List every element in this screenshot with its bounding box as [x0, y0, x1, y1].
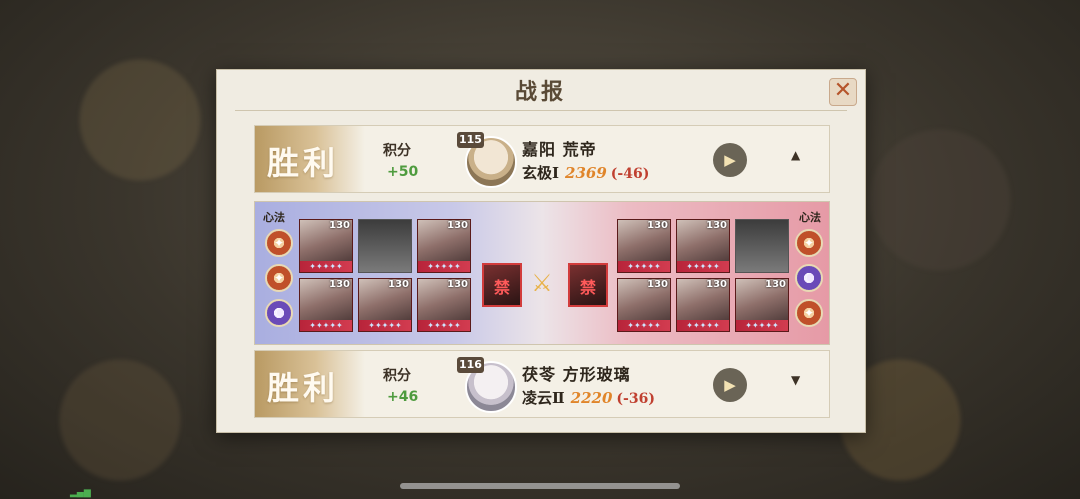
score-change: +50 [387, 164, 419, 180]
close-x-icon[interactable]: ✕ [829, 78, 857, 106]
opponent-name: 嘉阳 荒帝 [522, 140, 597, 159]
star-row: ✦✦✦✦✦ [359, 320, 411, 331]
signal-icon: ▂▄▆ [70, 488, 91, 498]
chevron-up-icon[interactable]: ▲ [791, 148, 800, 162]
result-banner: 胜利 [255, 351, 365, 417]
hero-level: 130 [329, 220, 350, 231]
rating-value: 2369 [565, 164, 607, 182]
hero-level: 130 [765, 279, 786, 290]
ban-slot-right[interactable]: 禁 [568, 263, 608, 307]
xinfa-skill-icon[interactable]: ✦ [795, 299, 823, 327]
xinfa-label-left: 心法 [263, 211, 285, 224]
result-label: 胜利 [267, 144, 340, 182]
xinfa-skill-icon[interactable]: ✦ [265, 229, 293, 257]
replay-camera-icon[interactable]: ▶ [713, 368, 747, 402]
chevron-down-icon[interactable]: ▼ [791, 373, 800, 387]
rating-change: (-36) [616, 391, 655, 407]
hero-level: 130 [706, 220, 727, 231]
lineup-panel: 心法 心法 ✦ ✦ ☾ ✦ ☾ ✦ 130✦✦✦✦✦✦✦✦✦✦130✦✦✦✦✦1… [254, 201, 830, 345]
hero-card[interactable]: 130 ✦✦✦✦✦ [676, 278, 730, 332]
hero-level: 130 [447, 220, 468, 231]
star-row: ✦✦✦✦✦ [300, 261, 352, 272]
star-row: ✦✦✦✦✦ [300, 320, 352, 331]
score-label: 积分 [383, 143, 411, 159]
rank-tier: 凌云Ⅱ [522, 389, 565, 407]
ban-slot-left[interactable]: 禁 [482, 263, 522, 307]
crossed-swords-icon: ⚔ [531, 269, 553, 297]
star-row: ✦✦✦✦✦ [736, 320, 788, 331]
hero-card[interactable]: 130 ✦✦✦✦✦ [358, 278, 412, 332]
star-row: ✦✦✦✦✦ [618, 320, 670, 331]
star-row: ✦✦✦✦✦ [677, 320, 729, 331]
xinfa-skill-icon[interactable]: ✦ [265, 264, 293, 292]
hero-level: 130 [447, 279, 468, 290]
hero-level: 130 [647, 220, 668, 231]
score-label: 积分 [383, 368, 411, 384]
hero-card[interactable]: 130 ✦✦✦✦✦ [617, 278, 671, 332]
xinfa-label-right: 心法 [799, 211, 821, 224]
empty-hero-slot[interactable]: ✦✦✦✦✦ [358, 219, 412, 273]
rating-change: (-46) [610, 166, 650, 182]
ban-label: 禁 [493, 278, 510, 297]
rank-tier: 玄极Ⅰ [522, 164, 560, 182]
ban-label: 禁 [579, 278, 596, 297]
hero-level: 130 [706, 279, 727, 290]
result-label: 胜利 [267, 369, 340, 407]
rank-line: 玄极Ⅰ 2369 (-46) [522, 162, 649, 183]
match-summary-2[interactable]: 胜利 积分 +46 116 茯苓 方形玻璃 凌云Ⅱ 2220 (-36) ▶ ▼ [254, 350, 830, 418]
match-summary-1[interactable]: 胜利 积分 +50 115 嘉阳 荒帝 玄极Ⅰ 2369 (-46) ▶ ▲ [254, 125, 830, 193]
hero-card[interactable]: 130 ✦✦✦✦✦ [299, 219, 353, 273]
star-row: ✦✦✦✦✦ [618, 261, 670, 272]
rating-value: 2220 [570, 389, 613, 407]
level-badge: 115 [457, 132, 484, 148]
hero-card[interactable]: 130 ✦✦✦✦✦ [735, 278, 789, 332]
hero-card[interactable]: 130 ✦✦✦✦✦ [417, 278, 471, 332]
rank-line: 凌云Ⅱ 2220 (-36) [522, 387, 655, 408]
hero-card[interactable]: 130 ✦✦✦✦✦ [617, 219, 671, 273]
hero-level: 130 [647, 279, 668, 290]
title-divider [235, 110, 847, 111]
hero-card[interactable]: 130 ✦✦✦✦✦ [417, 219, 471, 273]
replay-camera-icon[interactable]: ▶ [713, 143, 747, 177]
level-badge: 116 [457, 357, 484, 373]
opponent-name: 茯苓 方形玻璃 [522, 365, 631, 384]
battle-report-dialog: 战报 ✕ 胜利 积分 +50 115 嘉阳 荒帝 玄极Ⅰ 2369 (-46) ▶ … [216, 69, 866, 433]
hero-card[interactable]: 130 ✦✦✦✦✦ [299, 278, 353, 332]
hero-card[interactable]: 130 ✦✦✦✦✦ [676, 219, 730, 273]
empty-hero-slot[interactable]: ✦✦✦✦✦ [735, 219, 789, 273]
xinfa-skill-icon[interactable]: ☾ [795, 264, 823, 292]
result-banner: 胜利 [255, 126, 365, 192]
hero-level: 130 [329, 279, 350, 290]
star-row: ✦✦✦✦✦ [677, 261, 729, 272]
star-row: ✦✦✦✦✦ [418, 261, 470, 272]
hero-level: 130 [388, 279, 409, 290]
dialog-title: 战报 [514, 79, 567, 105]
home-indicator[interactable] [400, 483, 680, 489]
xinfa-skill-icon[interactable]: ✦ [795, 229, 823, 257]
star-row: ✦✦✦✦✦ [418, 320, 470, 331]
score-change: +46 [387, 389, 419, 405]
xinfa-skill-icon[interactable]: ☾ [265, 299, 293, 327]
